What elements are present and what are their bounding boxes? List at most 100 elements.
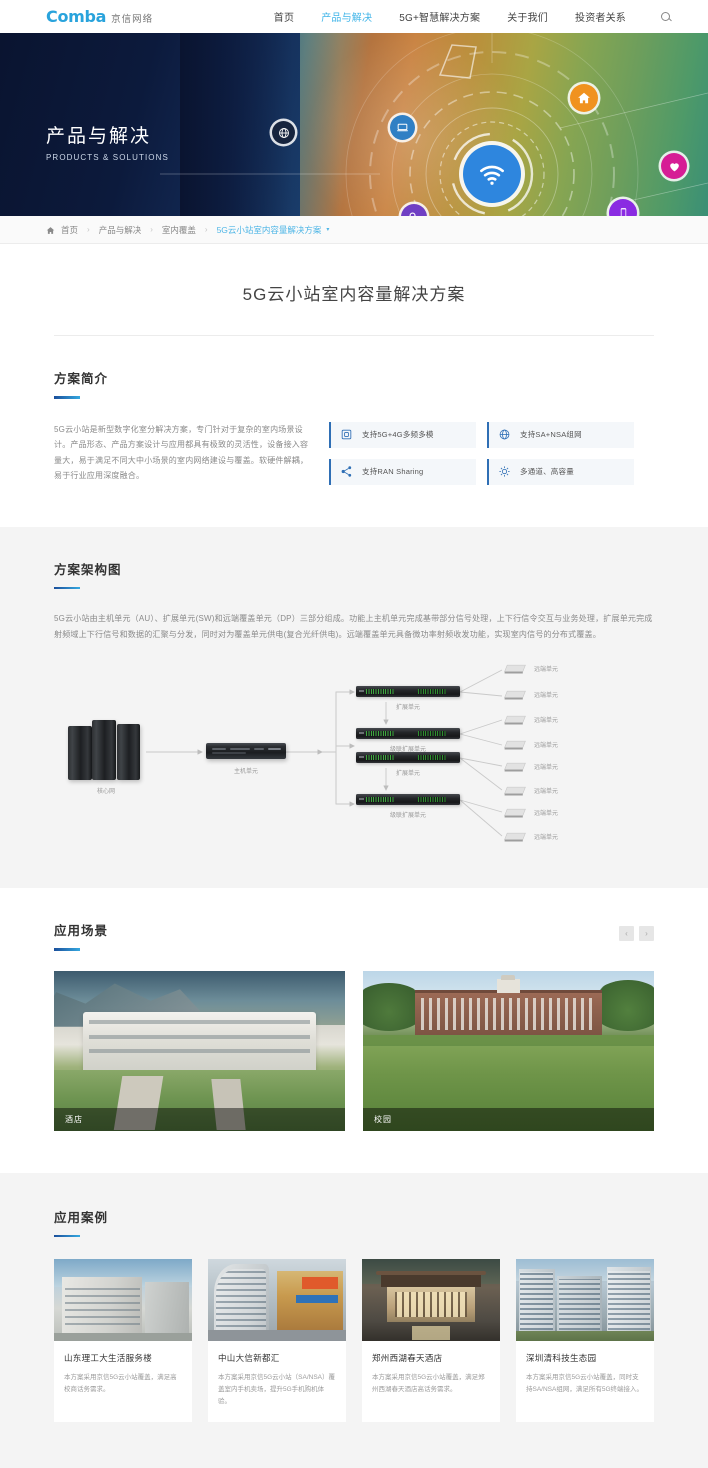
scene-caption: 酒店	[54, 1107, 345, 1131]
breadcrumb-current: 5G云小站室内容量解决方案	[216, 224, 322, 235]
case-body: 中山大信新都汇 本方案采用京信5G云小站（SA/NSA）覆盖室内手机卖场，提升5…	[208, 1341, 346, 1422]
nav-item-about-us[interactable]: 关于我们	[507, 9, 548, 24]
scenes-header: 应用场景 ‹ ›	[54, 888, 654, 951]
hero-text-block: 产品与解决 PRODUCTS & SOLUTIONS	[46, 121, 169, 162]
hotel-photo	[54, 970, 345, 1131]
breadcrumb-item-products[interactable]: 产品与解决	[99, 224, 142, 236]
case-card-shenzhen[interactable]: 深圳清科技生态园 本方案采用京信5G云小站覆盖，同时支持SA/NSA组网，满足所…	[516, 1259, 654, 1423]
scenes-heading-rule	[54, 948, 80, 951]
globe-icon	[272, 121, 295, 144]
feature-grid: 支持5G+4G多频多模 支持SA+NSA组网 支持RAN Sharing 多通道…	[329, 421, 654, 485]
globe-network-icon	[498, 428, 511, 441]
main-nav: 首页 产品与解决 5G+智慧解决方案 关于我们 投资者关系	[247, 9, 672, 24]
diagram-connectors	[146, 669, 503, 837]
hero-subtitle: PRODUCTS & SOLUTIONS	[46, 153, 169, 162]
case-title: 郑州西湖春天酒店	[372, 1353, 443, 1364]
scenes-section: 应用场景 ‹ › 酒店 校园	[0, 888, 708, 1173]
scene-card-campus[interactable]: 校园	[363, 970, 654, 1131]
scene-card-hotel[interactable]: 酒店	[54, 970, 345, 1131]
case-title: 中山大信新都汇	[218, 1353, 280, 1364]
case-title: 山东理工大生活服务楼	[64, 1353, 153, 1364]
remote-unit-label-5: 远端单元	[534, 765, 559, 772]
breadcrumb-item-home[interactable]: 首页	[61, 224, 78, 236]
case-description: 本方案采用京信5G云小站（SA/NSA）覆盖室内手机卖场，提升5G手机购机体验。	[218, 1374, 336, 1405]
cases-heading-rule	[54, 1234, 80, 1238]
remote-unit-label-8: 远端单元	[534, 835, 559, 842]
remote-unit-7	[502, 806, 528, 820]
feature-item-multiband[interactable]: 支持5G+4G多频多模	[329, 421, 476, 448]
core-network-label: 核心网	[96, 789, 115, 796]
remote-unit-3	[502, 713, 528, 727]
cases-card-row: 山东理工大生活服务楼 本方案采用京信5G云小站覆盖，满足高校商话务需求。 中山大…	[54, 1259, 654, 1468]
architecture-paragraph: 5G云小站由主机单元（AU）、扩展单元(SW)和远端覆盖单元（DP）三部分组成。…	[54, 614, 653, 639]
remote-unit-label-1: 远端单元	[534, 667, 559, 674]
case-body: 深圳清科技生态园 本方案采用京信5G云小站覆盖，同时支持SA/NSA组网，满足所…	[516, 1341, 654, 1410]
home-icon[interactable]	[46, 226, 55, 234]
carousel-prev-button[interactable]: ‹	[619, 926, 634, 942]
case-title: 深圳清科技生态园	[526, 1353, 597, 1364]
case-description: 本方案采用京信5G云小站覆盖，同时支持SA/NSA组网，满足所有5G终端接入。	[526, 1374, 644, 1393]
expansion-unit-label-2: 扩展单元	[395, 771, 420, 778]
page-title: 5G云小站室内容量解决方案	[242, 285, 466, 304]
breadcrumb-separator: ›	[150, 225, 153, 234]
cascade-expansion-unit-label-2: 级联扩展单元	[389, 813, 426, 820]
remote-unit-label-2: 远端单元	[534, 693, 559, 700]
remote-unit-8	[502, 830, 528, 844]
search-icon[interactable]	[660, 11, 672, 23]
core-network-rack-left	[68, 726, 92, 781]
page-root: Comba 京信网络 首页 产品与解决 5G+智慧解决方案 关于我们 投资者关系	[0, 0, 708, 1468]
sun-channel-icon	[498, 465, 511, 478]
intro-text-column: 5G云小站是新型数字化室分解决方案，专门针对于复杂的室内场景设计。产品形态、产品…	[54, 422, 329, 485]
site-header: Comba 京信网络 首页 产品与解决 5G+智慧解决方案 关于我们 投资者关系	[0, 0, 708, 33]
remote-unit-2	[502, 688, 528, 702]
intro-heading: 方案简介	[54, 372, 109, 386]
hero-title: 产品与解决	[46, 126, 152, 147]
chip-icon	[340, 428, 353, 441]
remote-unit-label-6: 远端单元	[534, 789, 559, 796]
intro-heading-rule	[54, 396, 80, 399]
carousel-next-button[interactable]: ›	[639, 926, 654, 942]
share-nodes-icon	[340, 465, 353, 478]
case-body: 山东理工大生活服务楼 本方案采用京信5G云小站覆盖，满足高校商话务需求。	[54, 1341, 192, 1410]
feature-item-ran-sharing[interactable]: 支持RAN Sharing	[329, 458, 476, 485]
logo-wordmark: Comba	[46, 7, 107, 26]
host-unit-device	[206, 743, 286, 760]
nav-item-products[interactable]: 产品与解决	[321, 9, 372, 24]
remote-unit-1	[502, 662, 528, 676]
breadcrumb: 首页 › 产品与解决 › 室内覆盖 › 5G云小站室内容量解决方案 ▾	[46, 224, 329, 236]
home-icon	[570, 84, 598, 112]
expansion-unit-label-1: 扩展单元	[395, 705, 420, 712]
zhongshan-mall-photo	[208, 1259, 346, 1342]
scenes-heading: 应用场景	[54, 924, 109, 939]
site-logo[interactable]: Comba 京信网络	[46, 7, 153, 26]
cascade-expansion-unit-1	[356, 728, 460, 740]
breadcrumb-separator: ›	[87, 225, 90, 234]
feature-item-sa-nsa[interactable]: 支持SA+NSA组网	[487, 421, 634, 448]
page-title-section: 5G云小站室内容量解决方案	[0, 244, 708, 336]
remote-unit-4	[502, 738, 528, 752]
architecture-diagram: 核心网 主机单元 扩展单元 级联扩展单元 扩展单元 级联扩展单元 远端单元 远端…	[54, 656, 654, 856]
breadcrumb-item-indoor-coverage[interactable]: 室内覆盖	[162, 224, 196, 236]
nav-item-5g-solutions[interactable]: 5G+智慧解决方案	[399, 9, 480, 24]
case-card-shandong[interactable]: 山东理工大生活服务楼 本方案采用京信5G云小站覆盖，满足高校商话务需求。	[54, 1259, 192, 1423]
breadcrumb-separator: ›	[204, 225, 208, 234]
chevron-down-icon[interactable]: ▾	[326, 226, 329, 233]
cascade-expansion-unit-2	[356, 794, 460, 806]
shandong-building-photo	[54, 1259, 192, 1342]
logo-chinese-name: 京信网络	[111, 14, 154, 25]
nav-item-investor-relations[interactable]: 投资者关系	[575, 9, 626, 24]
host-unit-label: 主机单元	[233, 769, 258, 776]
case-description: 本方案采用京信5G云小站覆盖，满足高校商话务需求。	[64, 1374, 177, 1393]
scenes-card-row: 酒店 校园	[54, 970, 654, 1173]
case-card-zhengzhou[interactable]: 郑州西湖春天酒店 本方案采用京信5G云小站覆盖，满足郑州西湖春天酒店高话务需求。	[362, 1259, 500, 1423]
campus-photo	[363, 970, 654, 1131]
zhengzhou-hotel-photo	[362, 1259, 500, 1342]
architecture-section: 方案架构图 5G云小站由主机单元（AU）、扩展单元(SW)和远端覆盖单元（DP）…	[0, 526, 708, 889]
expansion-unit-2	[356, 752, 460, 764]
core-network-rack-right	[117, 724, 140, 781]
feature-item-high-capacity[interactable]: 多通道、高容量	[487, 458, 634, 485]
nav-item-home[interactable]: 首页	[274, 9, 294, 24]
intro-content: 5G云小站是新型数字化室分解决方案，专门针对于复杂的室内场景设计。产品形态、产品…	[54, 421, 654, 527]
case-card-zhongshan[interactable]: 中山大信新都汇 本方案采用京信5G云小站（SA/NSA）覆盖室内手机卖场，提升5…	[208, 1259, 346, 1423]
feature-label: 支持RAN Sharing	[362, 467, 424, 476]
